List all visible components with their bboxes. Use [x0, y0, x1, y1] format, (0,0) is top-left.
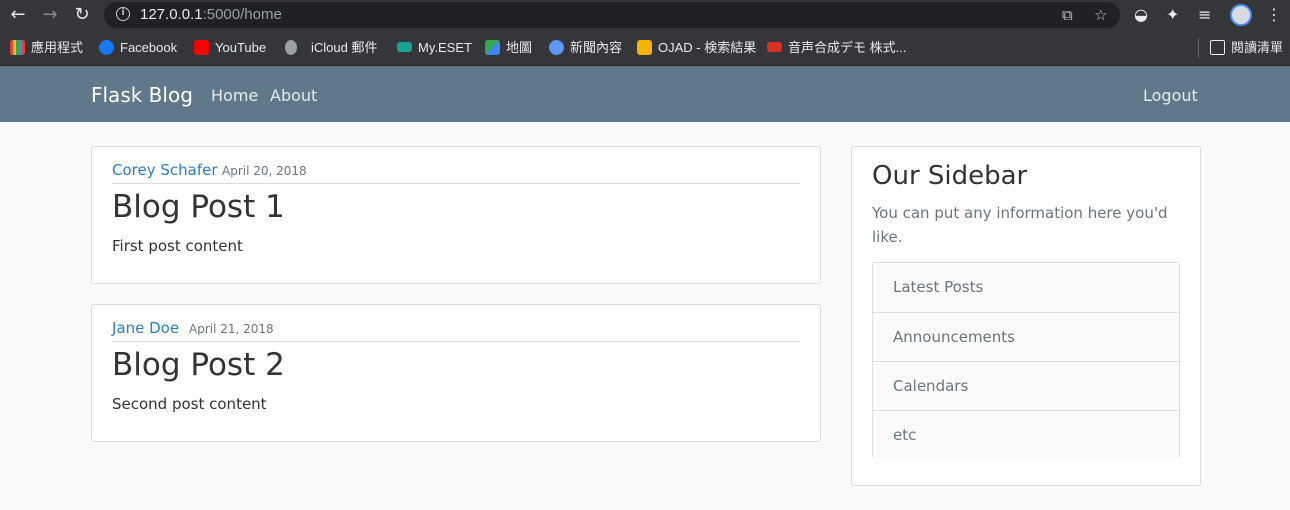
apps-grid-icon [10, 40, 25, 55]
address-bar[interactable]: i 127.0.0.1:5000/home ⧉ ☆ [104, 2, 1120, 28]
sidebar-title: Our Sidebar [872, 161, 1028, 191]
post-date: April 21, 2018 [189, 322, 274, 336]
post-divider [112, 341, 800, 342]
post-author-link[interactable]: Corey Schafer [112, 161, 218, 179]
puzzle-extensions-icon[interactable]: ✦ [1166, 5, 1179, 25]
nav-home-link[interactable]: Home [211, 86, 258, 105]
voice-demo-icon [767, 42, 782, 52]
url-text[interactable]: 127.0.0.1:5000/home [140, 6, 282, 23]
sidebar-card: Our Sidebar You can put any information … [851, 146, 1201, 486]
reading-list-button[interactable]: 閱讀清單 [1210, 39, 1283, 57]
bookmarks-bar: 應用程式 Facebook YouTube iCloud 郵件 My.ESET … [0, 30, 1290, 66]
bookmark-icloud[interactable]: iCloud 郵件 [285, 39, 377, 57]
bookmark-voice-demo[interactable]: 音声合成デモ 株式... [767, 39, 906, 57]
back-icon[interactable]: ← [8, 5, 28, 25]
post-card: Corey Schafer April 20, 2018 Blog Post 1… [91, 146, 821, 284]
sidebar-item-latest-posts[interactable]: Latest Posts [873, 263, 1179, 312]
post-date: April 20, 2018 [222, 164, 307, 178]
sidebar-description: You can put any information here you'd l… [872, 204, 1168, 246]
bookmark-ojad[interactable]: OJAD - 検索結果 [637, 39, 756, 57]
site-navbar: Flask Blog Home About Logout [0, 66, 1290, 122]
sidebar-item-etc[interactable]: etc [873, 410, 1179, 459]
post-divider [112, 183, 800, 184]
sidebar-item-calendars[interactable]: Calendars [873, 361, 1179, 410]
browser-toolbar: ← → ↻ i 127.0.0.1:5000/home ⧉ ☆ ◒ ✦ ≡ ⋮ [0, 0, 1290, 30]
forward-icon[interactable]: → [40, 5, 60, 25]
post-title-link[interactable]: Blog Post 2 [112, 347, 285, 383]
menu-kebab-icon[interactable]: ⋮ [1266, 5, 1282, 25]
extension-icon[interactable]: ◒ [1134, 5, 1148, 25]
facebook-icon [99, 40, 114, 55]
reload-icon[interactable]: ↻ [72, 5, 92, 25]
post-card: Jane Doe April 21, 2018 Blog Post 2 Seco… [91, 304, 821, 442]
reading-list-icon [1210, 40, 1225, 55]
bookmark-facebook[interactable]: Facebook [99, 39, 177, 57]
post-content: Second post content [112, 395, 267, 413]
news-icon [549, 40, 564, 55]
bookmark-news[interactable]: 新聞內容 [549, 39, 622, 57]
post-title-link[interactable]: Blog Post 1 [112, 189, 285, 225]
translate-icon[interactable]: ⧉ [1062, 6, 1073, 24]
media-queue-icon[interactable]: ≡ [1198, 5, 1211, 25]
sidebar-item-announcements[interactable]: Announcements [873, 312, 1179, 361]
post-author-link[interactable]: Jane Doe [112, 319, 179, 337]
ojad-icon [637, 40, 652, 55]
logout-link[interactable]: Logout [1143, 86, 1198, 105]
nav-about-link[interactable]: About [270, 86, 317, 105]
bookmark-apps[interactable]: 應用程式 [10, 39, 83, 57]
brand-link[interactable]: Flask Blog [91, 83, 193, 107]
bookmark-youtube[interactable]: YouTube [194, 39, 266, 57]
bookmarks-divider [1198, 38, 1199, 58]
eset-icon [397, 42, 412, 52]
bookmark-maps[interactable]: 地圖 [485, 39, 532, 57]
post-content: First post content [112, 237, 243, 255]
bookmark-myeset[interactable]: My.ESET [397, 39, 472, 57]
maps-icon [485, 40, 500, 55]
bookmark-star-icon[interactable]: ☆ [1094, 6, 1107, 24]
youtube-icon [194, 40, 209, 55]
sidebar-list: Latest Posts Announcements Calendars etc [872, 262, 1180, 459]
profile-avatar[interactable] [1230, 4, 1252, 26]
site-info-icon[interactable]: i [116, 7, 130, 21]
apple-icon [285, 40, 297, 55]
